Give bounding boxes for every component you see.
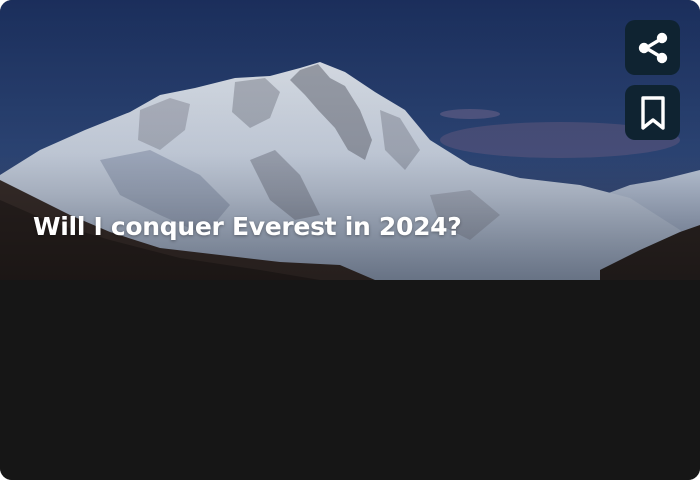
- bookmark-icon: [640, 95, 665, 130]
- share-icon: [638, 32, 667, 63]
- hero-image: Will I conquer Everest in 2024?: [0, 0, 700, 280]
- card-title: Will I conquer Everest in 2024?: [33, 212, 462, 241]
- bookmark-button[interactable]: [625, 85, 680, 140]
- card-body: [0, 280, 700, 480]
- share-button[interactable]: [625, 20, 680, 75]
- question-card[interactable]: Will I conquer Everest in 2024?: [0, 0, 700, 480]
